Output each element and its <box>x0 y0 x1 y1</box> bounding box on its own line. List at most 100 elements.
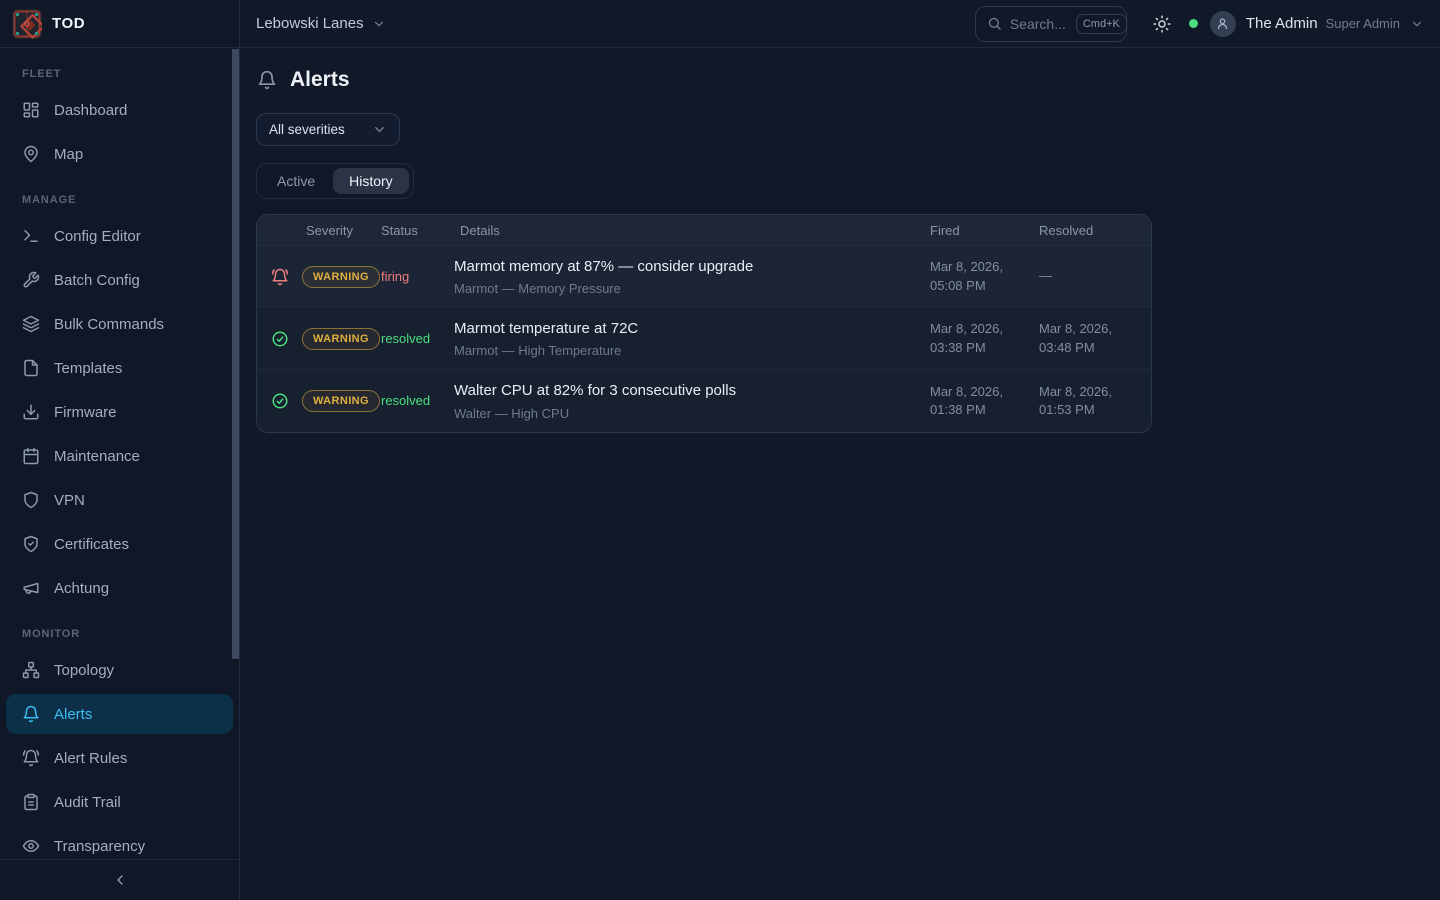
search-shortcut: Cmd+K <box>1076 14 1127 34</box>
sidebar-section: MANAGE Config Editor Batch Config Bulk C… <box>6 178 233 608</box>
sidebar-item-label: Certificates <box>54 536 129 553</box>
sidebar: TOD FLEET Dashboard Map MANAGE Config Ed… <box>0 0 240 900</box>
sidebar-item-label: Dashboard <box>54 102 127 119</box>
severity-badge: WARNING <box>302 266 380 288</box>
table-row[interactable]: WARNING resolved Walter CPU at 82% for 3… <box>257 370 1151 432</box>
brand-name: TOD <box>52 15 85 32</box>
org-name: Lebowski Lanes <box>256 15 364 32</box>
sidebar-item-alerts[interactable]: Alerts <box>6 694 233 734</box>
sidebar-item-label: Transparency <box>54 838 145 855</box>
calendar-icon <box>22 447 40 465</box>
page-header: Alerts <box>257 68 1424 92</box>
bell-ring-icon <box>22 749 40 767</box>
sidebar-item-label: Audit Trail <box>54 794 121 811</box>
sun-icon <box>1153 15 1171 33</box>
sidebar-item-templates[interactable]: Templates <box>6 348 233 388</box>
tod-logo-icon <box>12 9 42 39</box>
online-status-dot <box>1189 19 1198 28</box>
severity-badge: WARNING <box>302 328 380 350</box>
shield-icon <box>22 491 40 509</box>
sidebar-item-maintenance[interactable]: Maintenance <box>6 436 233 476</box>
table-body: WARNING firing Marmot memory at 87% — co… <box>257 246 1151 432</box>
bell-icon <box>22 705 40 723</box>
sidebar-item-label: Alert Rules <box>54 750 127 767</box>
sidebar-section-items: Config Editor Batch Config Bulk Commands… <box>6 216 233 608</box>
sidebar-item-label: Alerts <box>54 706 92 723</box>
sidebar-item-transparency[interactable]: Transparency <box>6 826 233 859</box>
eye-icon <box>22 837 40 855</box>
status-text: resolved <box>381 331 430 346</box>
layers-icon <box>22 315 40 333</box>
sidebar-item-label: Maintenance <box>54 448 140 465</box>
topbar: Lebowski Lanes Cmd+K <box>240 0 1440 48</box>
page-title: Alerts <box>290 68 350 92</box>
chevron-left-icon <box>112 872 128 888</box>
avatar[interactable] <box>1210 11 1236 37</box>
theme-toggle-button[interactable] <box>1153 15 1171 33</box>
table-row[interactable]: WARNING resolved Marmot temperature at 7… <box>257 308 1151 370</box>
fired-time: Mar 8, 2026, 05:08 PM <box>930 258 1039 294</box>
fired-time: Mar 8, 2026, 01:38 PM <box>930 383 1039 419</box>
sidebar-scrollbar[interactable] <box>232 49 239 659</box>
bell-ring-icon <box>271 268 289 286</box>
sidebar-item-bulk-commands[interactable]: Bulk Commands <box>6 304 233 344</box>
sidebar-item-label: Map <box>54 146 83 163</box>
alerts-view-tabs: Active History <box>256 163 414 199</box>
sidebar-item-firmware[interactable]: Firmware <box>6 392 233 432</box>
org-switcher[interactable]: Lebowski Lanes <box>256 15 386 32</box>
sidebar-item-label: Topology <box>54 662 114 679</box>
alerts-table: Severity Status Details Fired Resolved W… <box>256 214 1152 433</box>
bell-icon <box>257 70 277 90</box>
sidebar-item-label: Templates <box>54 360 122 377</box>
sidebar-item-batch-config[interactable]: Batch Config <box>6 260 233 300</box>
table-header: Severity Status Details Fired Resolved <box>257 215 1151 246</box>
column-header-fired: Fired <box>930 223 1039 238</box>
sidebar-section-label: FLEET <box>6 52 233 90</box>
main-panel: Alerts All severities Active History Sev… <box>240 48 1440 900</box>
sidebar-item-label: Config Editor <box>54 228 141 245</box>
fired-time: Mar 8, 2026, 03:38 PM <box>930 320 1039 356</box>
alert-title: Marmot temperature at 72C <box>454 319 930 339</box>
status-text: firing <box>381 269 409 284</box>
dashboard-icon <box>22 101 40 119</box>
severity-badge: WARNING <box>302 390 380 412</box>
column-header-severity: Severity <box>302 223 381 238</box>
megaphone-icon <box>22 579 40 597</box>
sidebar-item-label: Achtung <box>54 580 109 597</box>
table-row[interactable]: WARNING firing Marmot memory at 87% — co… <box>257 246 1151 308</box>
sidebar-item-topology[interactable]: Topology <box>6 650 233 690</box>
sidebar-section: MONITOR Topology Alerts Alert Rules Audi… <box>6 612 233 859</box>
sidebar-item-audit-trail[interactable]: Audit Trail <box>6 782 233 822</box>
sidebar-item-config-editor[interactable]: Config Editor <box>6 216 233 256</box>
sidebar-section-label: MONITOR <box>6 612 233 650</box>
sidebar-item-alert-rules[interactable]: Alert Rules <box>6 738 233 778</box>
resolved-time: Mar 8, 2026, 01:53 PM <box>1039 383 1151 419</box>
user-menu-button[interactable] <box>1410 17 1424 31</box>
sidebar-collapse-button[interactable] <box>104 864 136 896</box>
sidebar-section: FLEET Dashboard Map <box>6 52 233 174</box>
user-icon <box>1215 16 1230 31</box>
search-input[interactable] <box>1010 16 1068 32</box>
sidebar-item-label: Batch Config <box>54 272 140 289</box>
sidebar-item-dashboard[interactable]: Dashboard <box>6 90 233 130</box>
severity-filter-select[interactable]: All severities <box>256 113 400 146</box>
sidebar-section-items: Dashboard Map <box>6 90 233 174</box>
search-box[interactable]: Cmd+K <box>975 6 1127 42</box>
sidebar-header: TOD <box>0 0 239 48</box>
terminal-icon <box>22 227 40 245</box>
wrench-icon <box>22 271 40 289</box>
column-header-resolved: Resolved <box>1039 223 1151 238</box>
severity-filter-value: All severities <box>269 122 345 137</box>
sidebar-item-map[interactable]: Map <box>6 134 233 174</box>
tab-active[interactable]: Active <box>261 168 331 194</box>
check-circle-icon <box>271 392 289 410</box>
tab-history[interactable]: History <box>333 168 409 194</box>
sidebar-item-vpn[interactable]: VPN <box>6 480 233 520</box>
resolved-time: — <box>1039 267 1151 285</box>
user-role-badge: Super Admin <box>1326 16 1400 31</box>
topology-icon <box>22 661 40 679</box>
sidebar-item-achtung[interactable]: Achtung <box>6 568 233 608</box>
alert-title: Marmot memory at 87% — consider upgrade <box>454 257 930 277</box>
chevron-down-icon <box>1410 17 1424 31</box>
sidebar-item-certificates[interactable]: Certificates <box>6 524 233 564</box>
